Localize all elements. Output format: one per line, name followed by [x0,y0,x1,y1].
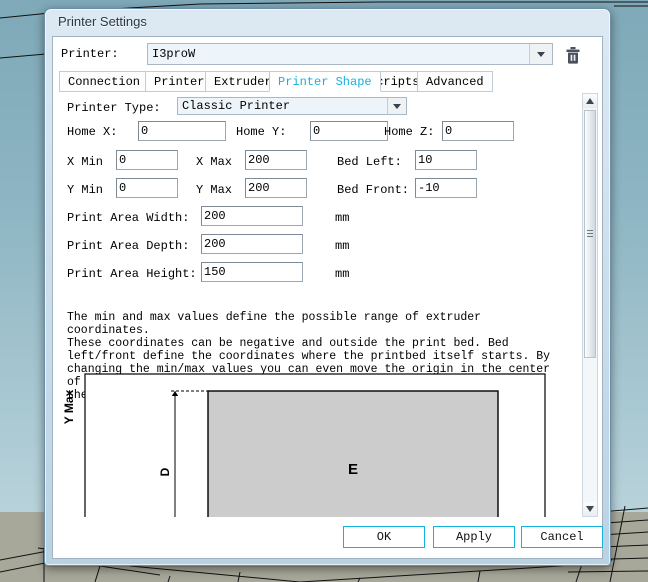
printer-settings-dialog: Printer Settings Printer: I3proW Connect… [44,8,611,566]
printer-shape-diagram: E D Y Max [62,371,573,517]
tab-printer-label: Printer [154,75,205,89]
window-title: Printer Settings [58,14,147,29]
cancel-button[interactable]: Cancel [521,526,603,548]
print-area-width-input[interactable] [201,206,303,226]
screen: Printer Settings Printer: I3proW Connect… [0,0,648,582]
bed-front-input[interactable] [415,178,477,198]
print-area-height-unit: mm [335,267,350,281]
print-area-height-input[interactable] [201,262,303,282]
y-max-axis-label: Y Max [63,389,76,424]
bed-left-input[interactable] [415,150,477,170]
tab-printer[interactable]: Printer [145,71,214,92]
tab-connection[interactable]: Connection [59,71,150,92]
scrollbar-thumb[interactable] [584,110,596,358]
tab-advanced[interactable]: Advanced [417,71,493,92]
printer-combobox-value: I3proW [152,47,196,61]
vertical-scrollbar[interactable] [582,93,598,517]
y-max-label: Y Max [196,183,233,197]
print-area-depth-unit: mm [335,239,350,253]
printer-shape-panel-content: Printer Type: Classic Printer Home X: Ho… [59,93,581,517]
print-area-width-label: Print Area Width: [67,211,190,225]
apply-button-label: Apply [455,530,492,544]
y-min-label: Y Min [67,183,104,197]
scrollbar-grip-icon [587,230,593,238]
print-area-depth-input[interactable] [201,234,303,254]
ok-button-label: OK [376,530,392,544]
home-y-input[interactable] [310,121,388,141]
printer-type-combobox[interactable]: Classic Printer [177,97,407,115]
bed-label-e: E [348,461,358,478]
printer-type-label: Printer Type: [67,101,161,115]
tab-advanced-label: Advanced [426,75,484,89]
tab-extruder-label: Extruder [214,75,272,89]
y-min-input[interactable] [116,178,178,198]
dialog-footer: OK Apply Cancel [53,518,604,558]
x-max-label: X Max [196,155,233,169]
print-area-width-unit: mm [335,211,350,225]
apply-button[interactable]: Apply [433,526,515,548]
chevron-down-icon[interactable] [387,98,406,114]
tab-printer-shape[interactable]: Printer Shape [269,71,381,92]
cancel-button-label: Cancel [540,530,584,544]
printer-label: Printer: [61,47,119,61]
x-min-input[interactable] [116,150,178,170]
window-titlebar: Printer Settings [45,9,610,35]
home-x-label: Home X: [67,125,118,139]
print-area-depth-label: Print Area Depth: [67,239,190,253]
bed-front-label: Bed Front: [337,183,410,197]
printer-select-row: Printer: I3proW [59,43,595,67]
x-max-input[interactable] [245,150,307,170]
dimension-label-d: D [158,467,172,476]
chevron-down-icon[interactable] [529,44,552,64]
tab-bar: Connection Printer Extruder Printer Shap… [59,71,599,94]
y-max-input[interactable] [245,178,307,198]
home-y-label: Home Y: [236,125,287,139]
bed-left-label: Bed Left: [337,155,402,169]
home-z-label: Home Z: [384,125,435,139]
home-z-input[interactable] [442,121,514,141]
scroll-up-button[interactable] [583,94,597,108]
home-x-input[interactable] [138,121,226,141]
printer-type-value: Classic Printer [182,99,291,113]
print-area-height-label: Print Area Height: [67,267,197,281]
printer-combobox[interactable]: I3proW [147,43,553,65]
tab-printer-shape-label: Printer Shape [278,75,372,89]
dialog-client-area: Printer: I3proW Connection Printer Extru… [52,36,603,559]
printer-shape-panel: Printer Type: Classic Printer Home X: Ho… [59,93,599,517]
trash-icon[interactable] [562,44,584,66]
ok-button[interactable]: OK [343,526,425,548]
x-min-label: X Min [67,155,104,169]
scroll-down-button[interactable] [583,502,597,516]
tab-connection-label: Connection [68,75,141,89]
